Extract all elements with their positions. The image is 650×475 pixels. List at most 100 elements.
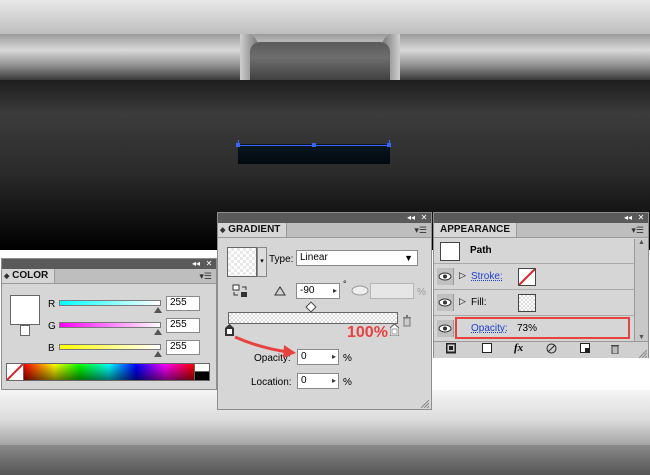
appearance-panel-tabs: APPEARANCE ▾☰ — [434, 223, 648, 238]
delete-item-icon[interactable] — [610, 343, 620, 355]
gradient-panel-tabs: ◆ GRADIENT ▾☰ — [218, 223, 431, 238]
artwork-notch — [250, 42, 390, 82]
stroke-none-swatch[interactable] — [518, 268, 536, 286]
path-thumbnail — [440, 242, 460, 261]
clear-appearance-icon[interactable] — [546, 343, 557, 354]
angle-field[interactable]: -90 ▸ — [296, 283, 340, 299]
visibility-eye-icon[interactable] — [437, 268, 454, 285]
g-slider-track[interactable] — [59, 322, 161, 328]
stroke-row[interactable]: ▷ Stroke: — [434, 265, 634, 290]
gradient-swatch-dropdown-icon[interactable]: ▾ — [257, 247, 267, 277]
color-panel-tabs: ◆ COLOR ▾☰ — [2, 269, 216, 284]
panel-toggle-icon[interactable]: ◆ — [220, 227, 225, 234]
panel-menu-icon[interactable]: ▾☰ — [199, 271, 212, 281]
panel-menu-icon[interactable]: ▾☰ — [631, 225, 644, 235]
location-label: Location: — [251, 377, 292, 388]
close-icon[interactable]: ✕ — [419, 213, 429, 223]
tab-gradient-label: GRADIENT — [228, 224, 281, 235]
artwork-bottom-shadow — [0, 445, 650, 475]
r-slider-track[interactable] — [59, 300, 161, 306]
collapse-icon[interactable]: ◂◂ — [190, 259, 202, 269]
resize-grip-icon[interactable] — [638, 349, 648, 359]
close-icon[interactable]: ✕ — [204, 259, 214, 269]
r-value-field[interactable]: 255 — [166, 296, 200, 311]
scrollbar[interactable]: ▲ ▼ — [634, 239, 648, 341]
panel-toggle-icon[interactable]: ◆ — [4, 273, 9, 280]
aspect-unit: % — [417, 287, 426, 298]
visibility-eye-icon[interactable] — [437, 294, 454, 311]
black-swatch[interactable] — [194, 371, 210, 381]
angle-dropdown-icon[interactable]: ▸ — [333, 284, 337, 298]
opacity-unit: % — [343, 353, 352, 364]
add-fill-icon[interactable] — [482, 343, 492, 354]
r-slider-thumb[interactable] — [154, 307, 162, 313]
collapse-icon[interactable]: ◂◂ — [622, 213, 634, 223]
gradient-preview-swatch[interactable] — [227, 247, 257, 277]
color-panel-titlebar[interactable]: ◂◂ ✕ — [2, 259, 216, 269]
g-slider-thumb[interactable] — [154, 329, 162, 335]
channel-b-label: B — [48, 343, 55, 354]
gradient-panel-titlebar[interactable]: ◂◂ ✕ — [218, 213, 431, 223]
type-select-value: Linear — [300, 252, 328, 263]
anchor-point-right[interactable] — [387, 143, 391, 147]
location-value: 0 — [301, 375, 307, 386]
color-panel: ◂◂ ✕ ◆ COLOR ▾☰ R 255 G 255 B 255 — [1, 258, 217, 390]
anchor-point-center[interactable] — [312, 143, 316, 147]
appearance-panel: ◂◂ ✕ APPEARANCE ▾☰ Path ▷ Stroke: ▷ Fill… — [433, 212, 649, 359]
fill-label: Fill: — [471, 297, 487, 308]
gradient-midpoint-diamond[interactable] — [305, 301, 317, 313]
reverse-gradient-icon[interactable] — [232, 284, 248, 298]
b-value-field[interactable]: 255 — [166, 340, 200, 355]
degree-symbol: ° — [343, 279, 347, 289]
fill-row[interactable]: ▷ Fill: — [434, 291, 634, 316]
path-label: Path — [470, 245, 492, 256]
g-value-field[interactable]: 255 — [166, 318, 200, 333]
aspect-ratio-field — [370, 283, 414, 299]
scroll-down-icon[interactable]: ▼ — [638, 334, 645, 341]
chevron-down-icon: ▼ — [404, 253, 413, 263]
fx-effects-icon[interactable]: fx — [514, 342, 523, 354]
disclosure-triangle-icon[interactable]: ▷ — [459, 270, 466, 281]
opacity-field[interactable]: 0 ▸ — [297, 349, 339, 365]
artwork-top-strip — [0, 0, 650, 34]
gradient-stop-right[interactable] — [389, 323, 400, 337]
appearance-panel-titlebar[interactable]: ◂◂ ✕ — [434, 213, 648, 223]
scroll-up-icon[interactable]: ▲ — [638, 239, 645, 246]
tab-gradient[interactable]: ◆ GRADIENT — [218, 223, 288, 237]
location-field[interactable]: 0 ▸ — [297, 373, 339, 389]
gradient-panel: ◂◂ ✕ ◆ GRADIENT ▾☰ ▾ Type: Linear ▼ -90 … — [217, 212, 432, 410]
opacity-dropdown-icon[interactable]: ▸ — [332, 350, 336, 364]
color-spectrum-bar[interactable] — [23, 363, 195, 381]
collapse-icon[interactable]: ◂◂ — [405, 213, 417, 223]
gradient-slider-bar[interactable] — [228, 312, 398, 324]
duplicate-item-icon[interactable] — [580, 343, 590, 354]
tab-appearance[interactable]: APPEARANCE — [434, 223, 518, 237]
selected-path-object[interactable] — [238, 144, 390, 164]
b-slider-thumb[interactable] — [154, 351, 162, 357]
b-slider-track[interactable] — [59, 344, 161, 350]
visibility-eye-icon[interactable] — [437, 320, 454, 337]
delete-stop-icon[interactable] — [402, 315, 412, 327]
none-swatch-icon[interactable] — [6, 363, 24, 381]
resize-grip-icon[interactable] — [420, 399, 430, 409]
close-icon[interactable]: ✕ — [636, 213, 646, 223]
disclosure-triangle-icon[interactable]: ▷ — [459, 296, 466, 307]
add-stroke-icon[interactable] — [445, 342, 457, 354]
fill-swatch[interactable] — [10, 295, 40, 325]
fill-gradient-swatch[interactable] — [518, 294, 536, 312]
anchor-point-left[interactable] — [236, 143, 240, 147]
annotation-highlight-box — [455, 317, 630, 339]
out-of-gamut-icon[interactable] — [20, 325, 30, 336]
type-select[interactable]: Linear ▼ — [296, 250, 418, 266]
aspect-ratio-icon — [351, 285, 369, 296]
stroke-label[interactable]: Stroke: — [471, 271, 503, 282]
location-dropdown-icon[interactable]: ▸ — [332, 374, 336, 388]
location-unit: % — [343, 377, 352, 388]
tab-color[interactable]: ◆ COLOR — [2, 269, 56, 283]
annotation-text: 100% — [347, 324, 388, 341]
path-row[interactable]: Path — [434, 239, 634, 264]
spectrum-shade — [24, 364, 194, 380]
channel-g-label: G — [48, 321, 56, 332]
panel-menu-icon[interactable]: ▾☰ — [414, 225, 427, 235]
angle-icon — [274, 286, 286, 296]
